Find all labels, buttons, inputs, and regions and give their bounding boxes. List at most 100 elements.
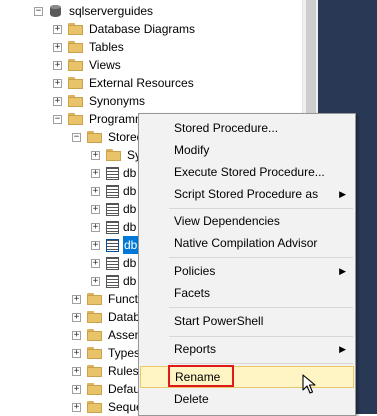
tree-node-external-resources[interactable]: + External Resources	[53, 74, 194, 92]
folder-icon	[87, 293, 103, 305]
expand-toggle[interactable]: +	[91, 222, 100, 232]
tree-node-tables[interactable]: + Tables	[53, 38, 124, 56]
menu-item-label: Execute Stored Procedure...	[174, 165, 325, 179]
tree-node-stored-procedures[interactable]: − Stored	[72, 128, 143, 146]
folder-icon	[68, 113, 84, 125]
menu-separator	[169, 363, 353, 364]
collapse-toggle[interactable]: −	[72, 132, 81, 142]
menu-item-rename[interactable]: Rename	[140, 365, 354, 388]
expand-toggle[interactable]: +	[72, 294, 81, 304]
expand-toggle[interactable]: +	[53, 96, 62, 106]
tree-node-procedure[interactable]: + db	[91, 182, 136, 200]
expand-toggle[interactable]: +	[53, 60, 62, 70]
tree-node-views[interactable]: + Views	[53, 56, 121, 74]
tree-node-procedure[interactable]: + db	[91, 200, 136, 218]
stored-procedure-icon	[106, 220, 119, 234]
expand-toggle[interactable]: +	[72, 312, 81, 322]
tree-node-system-procedures[interactable]: + Sy	[91, 146, 141, 164]
menu-item-label: Modify	[174, 143, 210, 157]
menu-item-delete[interactable]: Delete	[140, 388, 354, 410]
expand-toggle[interactable]: +	[72, 348, 81, 358]
collapse-toggle[interactable]: −	[34, 6, 43, 16]
expand-toggle[interactable]: +	[72, 384, 81, 394]
tree-node-label: db	[123, 202, 137, 216]
tree-node-label: Database Diagrams	[89, 22, 196, 36]
menu-item-label: Native Compilation Advisor	[174, 236, 318, 250]
menu-item-label: View Dependencies	[174, 214, 280, 228]
menu-item-label: Delete	[174, 392, 209, 406]
menu-item-new-stored-procedure[interactable]: Stored Procedure...	[140, 117, 354, 139]
menu-item-script-as[interactable]: Script Stored Procedure as ▶	[140, 183, 354, 205]
tree-node-database[interactable]: − sqlserverguides	[34, 2, 153, 20]
expand-toggle[interactable]: +	[72, 402, 81, 412]
tree-node-rules[interactable]: + Rules	[72, 362, 139, 380]
tree-node-label: db	[123, 166, 137, 180]
folder-icon	[68, 95, 84, 107]
expand-toggle[interactable]: +	[72, 366, 81, 376]
folder-icon	[87, 383, 103, 395]
tree-node-types[interactable]: + Types	[72, 344, 140, 362]
tree-node-label: Tables	[89, 40, 124, 54]
folder-icon	[68, 23, 84, 35]
tree-node-label: Assen	[108, 328, 142, 342]
folder-icon	[87, 401, 103, 413]
folder-icon	[106, 149, 122, 161]
stored-procedure-icon	[106, 274, 119, 288]
expand-toggle[interactable]: +	[72, 330, 81, 340]
expand-toggle[interactable]: +	[91, 168, 100, 178]
stored-procedure-icon	[106, 238, 119, 252]
tree-node-procedure-selected[interactable]: + db	[91, 236, 139, 254]
tree-node-procedure[interactable]: + db	[91, 218, 136, 236]
tree-node-label: Synonyms	[89, 94, 146, 108]
folder-icon	[68, 41, 84, 53]
expand-toggle[interactable]: +	[91, 258, 100, 268]
menu-item-label: Script Stored Procedure as	[174, 187, 319, 201]
expand-toggle[interactable]: +	[91, 150, 100, 160]
expand-toggle[interactable]: +	[53, 42, 62, 52]
submenu-arrow-icon: ▶	[339, 266, 346, 276]
expand-toggle[interactable]: +	[53, 24, 62, 34]
folder-icon	[68, 59, 84, 71]
scrollbar-thumb[interactable]	[306, 0, 316, 120]
tree-node-label: Views	[89, 58, 121, 72]
menu-item-reports[interactable]: Reports ▶	[140, 338, 354, 360]
expand-toggle[interactable]: +	[53, 78, 62, 88]
tree-node-label: Defau	[108, 382, 141, 396]
folder-icon	[87, 131, 103, 143]
folder-icon	[87, 329, 103, 341]
menu-item-label: Policies	[174, 264, 216, 278]
collapse-toggle[interactable]: −	[53, 114, 62, 124]
menu-item-label: Stored Procedure...	[174, 121, 279, 135]
menu-item-native-compilation-advisor[interactable]: Native Compilation Advisor	[140, 232, 354, 254]
tree-node-procedure[interactable]: + db	[91, 272, 136, 290]
tree-node-procedure[interactable]: + db	[91, 254, 136, 272]
expand-toggle[interactable]: +	[91, 204, 100, 214]
tree-node-functions[interactable]: + Functi	[72, 290, 141, 308]
menu-item-label: Reports	[174, 342, 217, 356]
tree-node-label: db	[123, 274, 137, 288]
tree-node-database-triggers[interactable]: + Datab	[72, 308, 140, 326]
menu-item-policies[interactable]: Policies ▶	[140, 260, 354, 282]
tree-node-database-diagrams[interactable]: + Database Diagrams	[53, 20, 195, 38]
tree-node-synonyms[interactable]: + Synonyms	[53, 92, 145, 110]
tree-node-assemblies[interactable]: + Assen	[72, 326, 141, 344]
tree-node-defaults[interactable]: + Defau	[72, 380, 140, 398]
tree-node-label: Types	[108, 346, 141, 360]
expand-toggle[interactable]: +	[91, 186, 100, 196]
expand-toggle[interactable]: +	[91, 240, 100, 250]
tree-node-label: db	[123, 236, 139, 254]
folder-icon	[68, 77, 84, 89]
menu-item-execute[interactable]: Execute Stored Procedure...	[140, 161, 354, 183]
menu-item-facets[interactable]: Facets	[140, 282, 354, 304]
expand-toggle[interactable]: +	[91, 276, 100, 286]
submenu-arrow-icon: ▶	[339, 344, 346, 354]
tree-node-sequences[interactable]: + Seque	[72, 398, 143, 414]
menu-separator	[169, 307, 353, 308]
menu-item-view-dependencies[interactable]: View Dependencies	[140, 210, 354, 232]
menu-item-modify[interactable]: Modify	[140, 139, 354, 161]
tree-node-programmability[interactable]: − Programm	[53, 110, 145, 128]
tree-node-label: db	[123, 184, 137, 198]
tree-node-procedure[interactable]: + db	[91, 164, 136, 182]
menu-item-start-powershell[interactable]: Start PowerShell	[140, 310, 354, 332]
context-menu: Stored Procedure... Modify Execute Store…	[138, 113, 356, 416]
